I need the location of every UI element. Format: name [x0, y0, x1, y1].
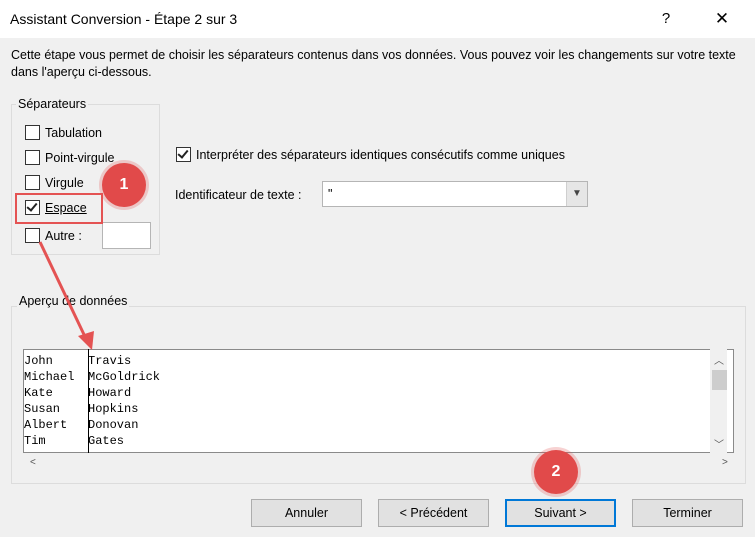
next-button[interactable]: Suivant > — [505, 499, 616, 527]
help-button[interactable]: ? — [651, 6, 681, 32]
text-qualifier-value: " — [328, 187, 333, 201]
virgule-label[interactable]: Virgule — [45, 176, 84, 190]
text-qualifier-select[interactable]: " ▼ — [322, 181, 588, 207]
preview-cell: Albert — [24, 418, 68, 432]
data-preview[interactable]: John Travis Michael McGoldrick Kate Howa… — [23, 349, 734, 453]
title-bar: Assistant Conversion - Étape 2 sur 3 ? ✕ — [0, 0, 755, 38]
preview-cell: McGoldrick — [88, 370, 161, 384]
scroll-up-icon[interactable]: ︿ — [714, 352, 724, 367]
preview-cell: Kate — [24, 386, 53, 400]
finish-button[interactable]: Terminer — [632, 499, 743, 527]
preview-cell: John — [24, 354, 53, 368]
autre-label[interactable]: Autre : — [45, 229, 82, 243]
preview-cell: Donovan — [88, 418, 139, 432]
cancel-button[interactable]: Annuler — [251, 499, 362, 527]
scroll-right-icon[interactable]: > — [722, 457, 728, 468]
horizontal-scrollbar[interactable] — [23, 453, 734, 470]
vertical-scroll-thumb[interactable] — [712, 370, 727, 390]
autre-checkbox[interactable] — [25, 228, 40, 243]
preview-cell: Tim — [24, 434, 46, 448]
preview-cell: Travis — [88, 354, 132, 368]
step-badge-2: 2 — [534, 450, 578, 494]
back-button[interactable]: < Précédent — [378, 499, 489, 527]
scroll-left-icon[interactable]: < — [30, 457, 36, 468]
point-virgule-label[interactable]: Point-virgule — [45, 151, 114, 165]
virgule-checkbox[interactable] — [25, 175, 40, 190]
preview-cell: Michael — [24, 370, 75, 384]
window-title: Assistant Conversion - Étape 2 sur 3 — [10, 11, 238, 27]
autre-input[interactable] — [102, 222, 151, 249]
point-virgule-checkbox[interactable] — [25, 150, 40, 165]
espace-highlight-box — [15, 193, 103, 224]
close-button[interactable]: ✕ — [707, 6, 737, 32]
step-badge-1: 1 — [102, 163, 146, 207]
step-description: Cette étape vous permet de choisir les s… — [11, 48, 736, 79]
column-separator[interactable] — [88, 349, 89, 453]
scroll-down-icon[interactable]: ﹀ — [714, 436, 724, 451]
chevron-down-icon[interactable]: ▼ — [566, 182, 587, 206]
preview-cell: Hopkins — [88, 402, 139, 416]
consecutive-checkbox[interactable] — [176, 147, 191, 162]
preview-group-label: Aperçu de données — [17, 294, 130, 308]
preview-cell: Gates — [88, 434, 125, 448]
tabulation-checkbox[interactable] — [25, 125, 40, 140]
consecutive-label[interactable]: Interpréter des séparateurs identiques c… — [196, 148, 565, 162]
separators-group-label: Séparateurs — [16, 97, 89, 111]
tabulation-label[interactable]: Tabulation — [45, 126, 102, 140]
preview-cell: Howard — [88, 386, 132, 400]
text-qualifier-label: Identificateur de texte : — [175, 188, 302, 202]
preview-cell: Susan — [24, 402, 61, 416]
